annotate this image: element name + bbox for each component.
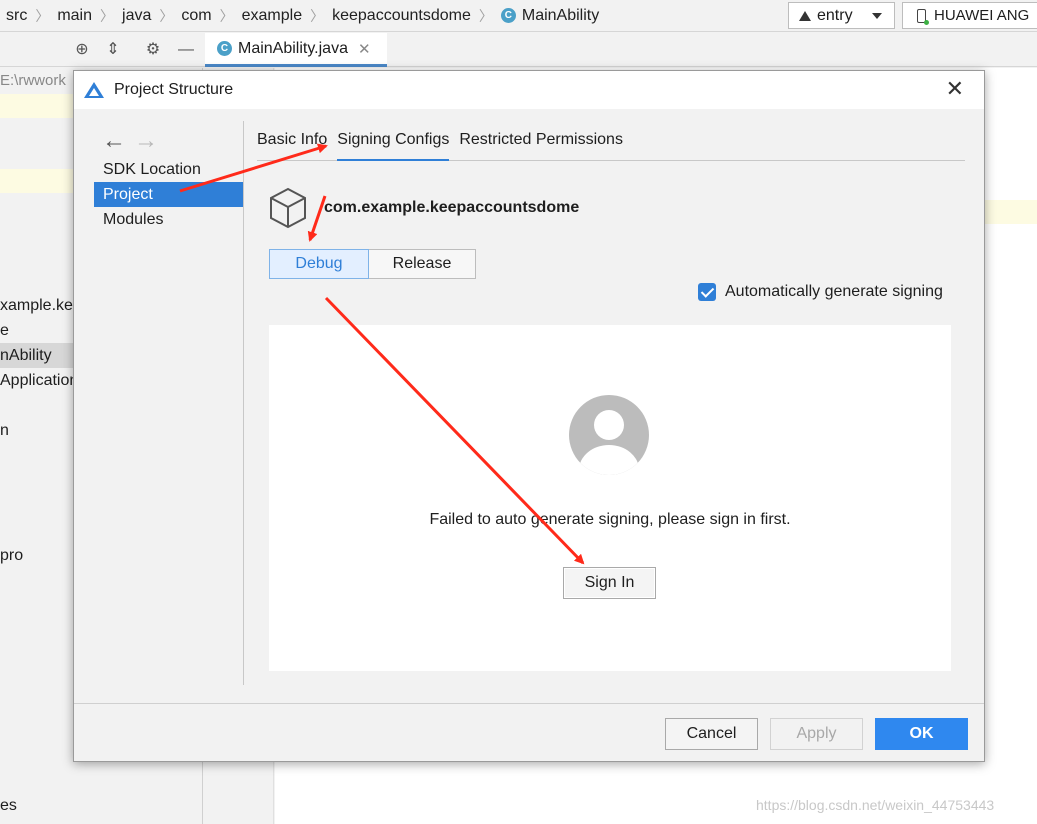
- tree-item[interactable]: n: [0, 418, 9, 443]
- tab-basic-info[interactable]: Basic Info: [257, 127, 327, 161]
- breadcrumb-com[interactable]: com: [181, 7, 211, 25]
- class-icon: C: [217, 41, 232, 56]
- auto-sign-option[interactable]: Automatically generate signing: [698, 283, 943, 301]
- watermark: https://blog.csdn.net/weixin_44753443: [756, 797, 995, 813]
- breadcrumb-separator: 〉: [159, 7, 174, 24]
- settings-nav: SDK Location Project Modules: [94, 157, 243, 232]
- breadcrumb-separator: 〉: [219, 7, 234, 24]
- settings-tabs: Basic Info Signing Configs Restricted Pe…: [257, 127, 965, 161]
- device-label: HUAWEI ANG: [934, 7, 1030, 24]
- nav-divider: [243, 121, 244, 685]
- close-icon[interactable]: ✕: [358, 40, 371, 58]
- cancel-button[interactable]: Cancel: [665, 718, 758, 750]
- project-path: E:\rwwork: [0, 72, 66, 89]
- deveco-logo-icon: [84, 82, 104, 98]
- tree-item[interactable]: xample.kee: [0, 293, 82, 318]
- minimize-icon[interactable]: —: [177, 41, 195, 59]
- highlight-row: [0, 169, 75, 193]
- locate-icon[interactable]: ⊕: [73, 41, 91, 59]
- collapse-icon[interactable]: ⇕: [104, 41, 122, 59]
- release-button[interactable]: Release: [369, 249, 476, 279]
- breadcrumb-separator: 〉: [478, 7, 493, 24]
- module-icon: [799, 10, 811, 21]
- dialog-titlebar: Project Structure ✕: [74, 71, 984, 109]
- dialog-title: Project Structure: [114, 81, 234, 98]
- close-icon[interactable]: ✕: [946, 78, 964, 100]
- breadcrumb-separator: 〉: [310, 7, 325, 24]
- sign-in-panel: Failed to auto generate signing, please …: [269, 325, 951, 671]
- ok-button[interactable]: OK: [875, 718, 968, 750]
- forward-arrow-icon[interactable]: →: [134, 127, 158, 154]
- nav-item-modules[interactable]: Modules: [94, 207, 243, 232]
- file-tab-label: MainAbility.java: [238, 39, 348, 57]
- nav-arrows: ← →: [102, 127, 158, 155]
- debug-button[interactable]: Debug: [269, 249, 369, 279]
- breadcrumb-separator: 〉: [35, 7, 50, 24]
- tree-item[interactable]: Application: [0, 368, 78, 393]
- user-avatar-icon: [569, 395, 649, 475]
- tree-item[interactable]: e: [0, 318, 9, 343]
- tab-signing-configs[interactable]: Signing Configs: [337, 127, 450, 161]
- auto-sign-checkbox[interactable]: [698, 283, 716, 301]
- nav-item-sdk-location[interactable]: SDK Location: [94, 157, 243, 182]
- build-type-toggle: Debug Release: [269, 249, 476, 279]
- breadcrumb-class[interactable]: C MainAbility: [500, 6, 600, 25]
- dialog-footer: Cancel Apply OK: [74, 703, 984, 761]
- phone-icon: [917, 8, 929, 25]
- tab-mainability-java[interactable]: C MainAbility.java ✕: [205, 33, 387, 67]
- project-structure-dialog: Project Structure ✕ ← → SDK Location Proj…: [73, 70, 985, 762]
- run-config-select[interactable]: entry: [788, 2, 895, 29]
- gear-icon[interactable]: ⚙: [144, 41, 162, 59]
- editor-toolbar: ⊕ ⇕ ⚙ —: [0, 33, 1037, 67]
- tree-item-selected[interactable]: nAbility: [0, 343, 75, 368]
- class-icon: C: [500, 8, 516, 23]
- run-config-label: entry: [817, 6, 853, 24]
- sign-in-button[interactable]: Sign In: [563, 567, 656, 599]
- sign-in-message: Failed to auto generate signing, please …: [429, 511, 791, 528]
- breadcrumb-src[interactable]: src: [6, 7, 27, 25]
- package-icon: [270, 187, 306, 229]
- breadcrumb-main[interactable]: main: [57, 7, 92, 25]
- chevron-down-icon: [872, 13, 882, 19]
- tree-item[interactable]: es: [0, 793, 17, 818]
- breadcrumb-package[interactable]: keepaccountsdome: [332, 7, 471, 25]
- line-highlight: [985, 200, 1037, 224]
- auto-sign-label: Automatically generate signing: [725, 283, 943, 300]
- nav-item-project[interactable]: Project: [94, 182, 243, 207]
- breadcrumb-java[interactable]: java: [122, 7, 151, 25]
- package-name: com.example.keepaccountsdome: [324, 199, 580, 216]
- breadcrumb-example[interactable]: example: [242, 7, 302, 25]
- breadcrumb-separator: 〉: [100, 7, 115, 24]
- apply-button[interactable]: Apply: [770, 718, 863, 750]
- highlight-row: [0, 94, 75, 118]
- device-select[interactable]: HUAWEI ANG: [902, 2, 1037, 29]
- back-arrow-icon[interactable]: ←: [102, 127, 126, 154]
- breadcrumb-class-label: MainAbility: [521, 6, 600, 24]
- tree-item[interactable]: pro: [0, 543, 23, 568]
- tab-restricted-permissions[interactable]: Restricted Permissions: [459, 127, 623, 161]
